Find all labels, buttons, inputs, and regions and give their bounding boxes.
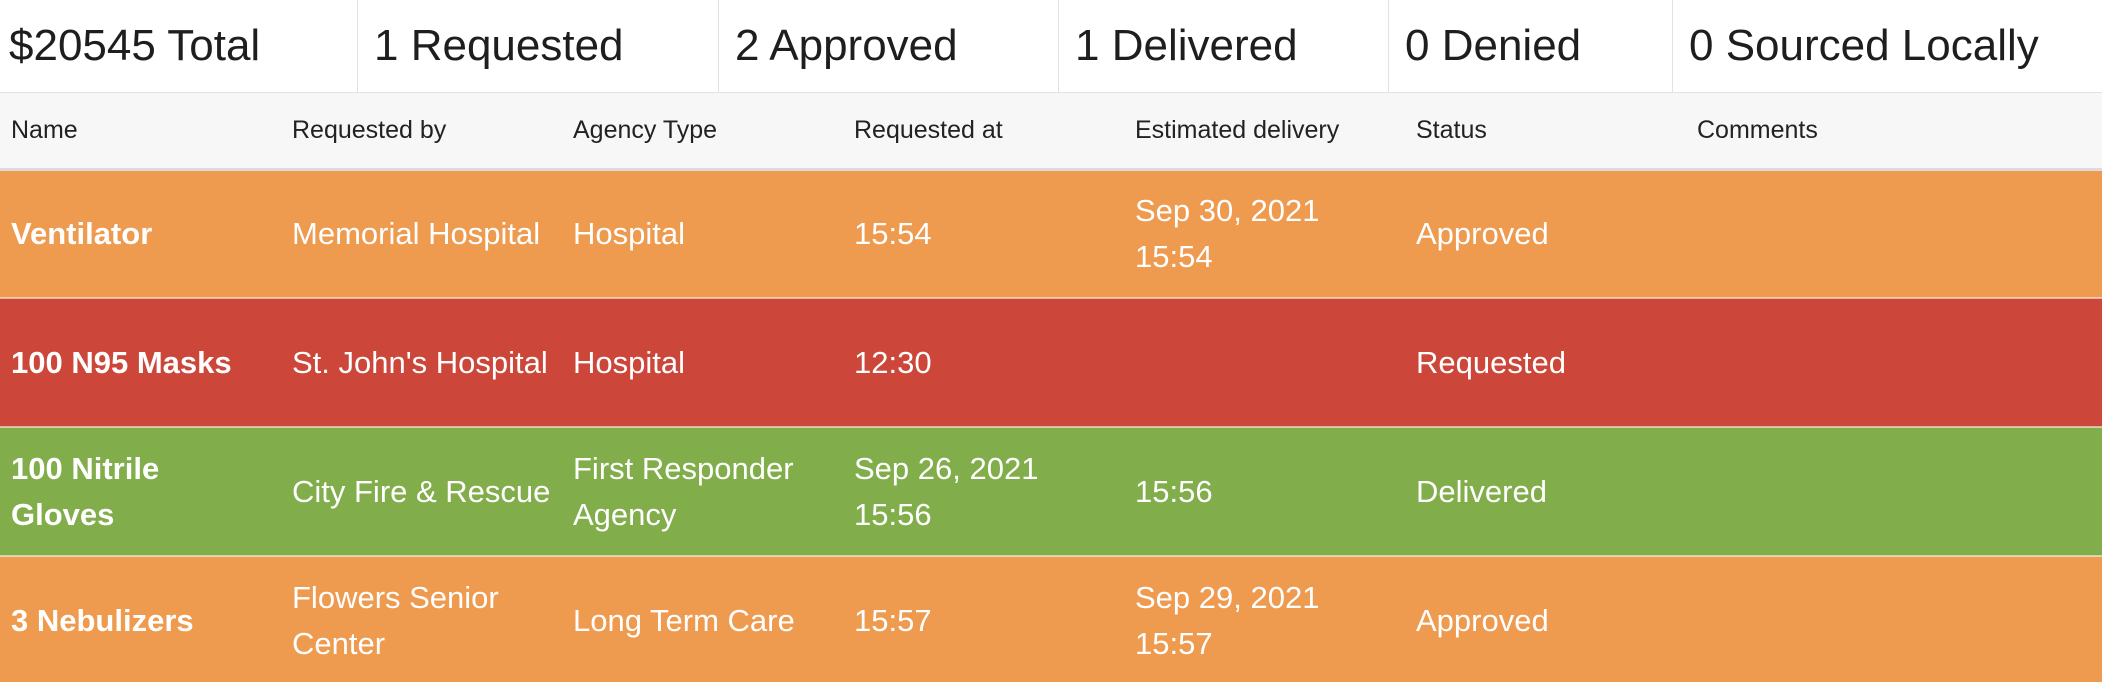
- cell-status: Approved: [1416, 603, 1549, 638]
- cell-requested-at: Sep 26, 2021 15:56: [854, 450, 1039, 532]
- summary-bar: $20545 Total 1 Requested 2 Approved 1 De…: [0, 0, 2102, 93]
- cell-requested-at: 15:57: [854, 603, 932, 638]
- table-header: Name Requested by Agency Type Requested …: [0, 93, 2102, 169]
- cell-name: 100 Nitrile Gloves: [11, 450, 160, 532]
- summary-delivered-count[interactable]: 1 Delivered: [1059, 0, 1389, 92]
- cell-comments: [1686, 298, 2102, 427]
- table-header-row: Name Requested by Agency Type Requested …: [0, 93, 2102, 169]
- cell-agency-type: Long Term Care: [573, 603, 795, 638]
- column-header-status[interactable]: Status: [1405, 93, 1686, 169]
- column-header-requested-at[interactable]: Requested at: [843, 93, 1124, 169]
- cell-comments: [1686, 427, 2102, 556]
- table-row[interactable]: 100 N95 Masks St. John's Hospital Hospit…: [0, 298, 2102, 427]
- summary-total: $20545 Total: [0, 0, 358, 92]
- cell-estimated-delivery: Sep 30, 2021 15:54: [1135, 192, 1320, 274]
- cell-requested-by: Memorial Hospital: [292, 215, 541, 251]
- cell-requested-by: St. John's Hospital: [292, 344, 548, 380]
- cell-status: Requested: [1416, 344, 1566, 380]
- cell-estimated-delivery: 15:56: [1135, 473, 1213, 509]
- cell-comments: [1686, 169, 2102, 298]
- cell-requested-at: 15:54: [854, 215, 932, 251]
- cell-estimated-delivery: [1124, 298, 1405, 427]
- summary-denied-count[interactable]: 0 Denied: [1389, 0, 1673, 92]
- cell-comments: [1686, 556, 2102, 682]
- summary-sourced-locally-count[interactable]: 0 Sourced Locally: [1673, 0, 2102, 92]
- summary-requested-count[interactable]: 1 Requested: [358, 0, 719, 92]
- cell-status: Approved: [1416, 215, 1549, 251]
- table-body: Ventilator Memorial Hospital Hospital 15…: [0, 169, 2102, 682]
- column-header-name[interactable]: Name: [0, 93, 281, 169]
- cell-requested-at: 12:30: [854, 344, 932, 380]
- cell-estimated-delivery: Sep 29, 2021 15:57: [1135, 580, 1320, 661]
- column-header-agency-type[interactable]: Agency Type: [562, 93, 843, 169]
- column-header-requested-by[interactable]: Requested by: [281, 93, 562, 169]
- cell-agency-type: First Responder Agency: [573, 450, 794, 532]
- summary-approved-count[interactable]: 2 Approved: [719, 0, 1059, 92]
- cell-agency-type: Hospital: [573, 215, 685, 251]
- table-row[interactable]: 3 Nebulizers Flowers Senior Center Long …: [0, 556, 2102, 682]
- cell-name: Ventilator: [11, 215, 153, 251]
- cell-name: 3 Nebulizers: [11, 603, 194, 638]
- column-header-estimated-delivery[interactable]: Estimated delivery: [1124, 93, 1405, 169]
- cell-name: 100 N95 Masks: [11, 344, 232, 380]
- cell-requested-by: Flowers Senior Center: [292, 580, 499, 661]
- cell-agency-type: Hospital: [573, 344, 685, 380]
- requests-table: Name Requested by Agency Type Requested …: [0, 93, 2102, 682]
- column-header-comments[interactable]: Comments: [1686, 93, 2102, 169]
- table-row[interactable]: 100 Nitrile Gloves City Fire & Rescue Fi…: [0, 427, 2102, 556]
- cell-requested-by: City Fire & Rescue: [292, 473, 551, 509]
- cell-status: Delivered: [1416, 473, 1547, 509]
- table-row[interactable]: Ventilator Memorial Hospital Hospital 15…: [0, 169, 2102, 298]
